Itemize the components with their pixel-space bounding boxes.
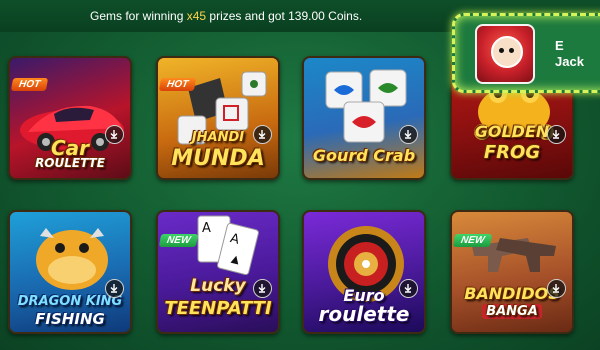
download-icon[interactable] — [105, 279, 124, 298]
ticker-suffix: Coins. — [324, 9, 363, 23]
jackpot-popup[interactable]: E Jack — [452, 13, 600, 93]
game-card-jhandi-munda[interactable]: HOT JHANDI MUNDA — [156, 56, 280, 180]
new-badge: NEW — [452, 234, 493, 247]
hot-badge: HOT — [10, 78, 49, 91]
game-card-bandidos-banga[interactable]: NEW BANDIDOS BANGA — [450, 210, 574, 334]
jackpot-line1: E — [555, 38, 564, 53]
game-card-car-roulette[interactable]: HOT Car ROULETTE — [8, 56, 132, 180]
daruma-icon — [475, 24, 535, 84]
ticker-prefix: Gems for winning — [90, 9, 187, 23]
download-icon[interactable] — [105, 125, 124, 144]
daruma-face — [491, 36, 523, 68]
download-icon[interactable] — [547, 125, 566, 144]
game-title-line2: TEENPATTI — [164, 298, 272, 319]
game-title-line2: MUNDA — [171, 146, 265, 171]
game-card-dragon-king-fishing[interactable]: DRAGON KING FISHING — [8, 210, 132, 334]
game-title-line1: Gourd Crab — [312, 146, 416, 165]
ticker-middle: prizes and got — [206, 9, 289, 23]
game-card-euro-roulette[interactable]: Euro roulette — [302, 210, 426, 334]
hot-badge: HOT — [158, 78, 197, 91]
ticker-amount: 139.00 — [288, 9, 325, 23]
eye-icon — [509, 48, 514, 53]
game-title-line2: FISHING — [35, 310, 105, 328]
download-icon[interactable] — [547, 279, 566, 298]
game-title-line2: FROG — [483, 142, 541, 163]
download-icon[interactable] — [253, 125, 272, 144]
jackpot-line2: Jack — [555, 54, 584, 69]
jackpot-text: E Jack — [555, 38, 584, 70]
game-card-gourd-crab[interactable]: Gourd Crab — [302, 56, 426, 180]
game-title-line2: BANGA — [482, 304, 542, 319]
game-title-line2: roulette — [318, 302, 410, 326]
new-badge: NEW — [158, 234, 199, 247]
ticker-multiplier: x45 — [186, 9, 207, 23]
svg-text:A: A — [202, 221, 211, 236]
game-card-lucky-teen-patti[interactable]: A A NEW Lucky TEENPATTI — [156, 210, 280, 334]
game-title-line2: ROULETTE — [35, 156, 105, 170]
eye-icon — [499, 48, 504, 53]
download-icon[interactable] — [399, 279, 418, 298]
download-icon[interactable] — [253, 279, 272, 298]
download-icon[interactable] — [399, 125, 418, 144]
